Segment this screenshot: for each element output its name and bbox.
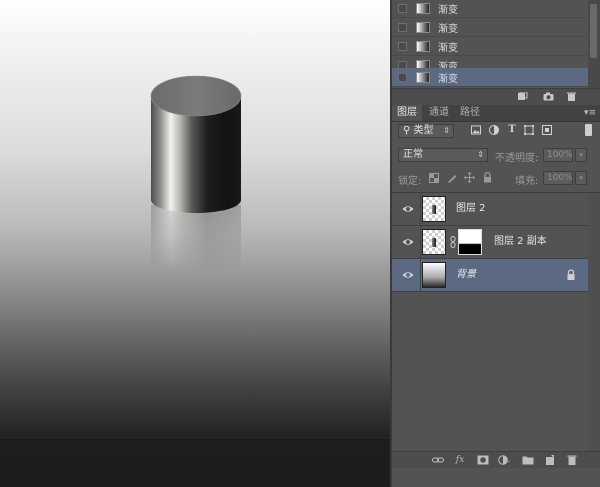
trash-icon[interactable] (566, 455, 578, 465)
layers-panel-tabbar: 图层 通道 路径 ▾≡ (392, 105, 600, 122)
history-scrollbar[interactable] (588, 0, 600, 88)
metal-cylinder (150, 75, 242, 274)
opacity-label: 不透明度: (495, 153, 539, 164)
layer-row[interactable]: 图层 2 (392, 193, 600, 226)
type-filter-icon[interactable]: T (506, 124, 518, 136)
history-state-label: 渐变 (438, 73, 458, 85)
lock-all-icon[interactable] (483, 172, 492, 183)
panel-footer-space (392, 468, 600, 487)
filter-kind-select[interactable]: ⚲ 类型 ⇕ (398, 124, 454, 138)
history-state-label: 渐变 (438, 4, 458, 16)
history-state-selected[interactable]: 渐变 (392, 68, 588, 87)
gradient-icon (416, 71, 430, 83)
lock-icon (567, 269, 575, 280)
new-document-from-state-icon[interactable] (517, 92, 528, 101)
add-mask-icon[interactable] (477, 455, 489, 465)
smart-object-filter-icon[interactable] (541, 124, 553, 136)
layer-filter-row: ⚲ 类型 ⇕ T (392, 122, 600, 140)
opacity-input[interactable]: 100% (543, 148, 573, 162)
tab-channels[interactable]: 通道 (425, 105, 453, 121)
fill-label: 填充: (515, 176, 539, 187)
history-state-label: 渐变 (438, 23, 458, 35)
layer-thumbnail[interactable] (422, 262, 446, 288)
history-state[interactable]: 渐变 (392, 0, 588, 18)
layer-row[interactable]: 图层 2 副本 (392, 226, 600, 259)
fill-input[interactable]: 100% (543, 171, 573, 185)
tab-layers[interactable]: 图层 (392, 105, 422, 121)
scrollbar-thumb[interactable] (590, 4, 597, 58)
blend-mode-value: 正常 (403, 149, 423, 160)
layer-row-selected[interactable]: 背景 (392, 259, 600, 292)
visibility-column[interactable] (392, 259, 421, 291)
lock-fill-row: 锁定: 填充: 100% ▾ (392, 168, 600, 188)
updown-arrow-icon: ⇕ (443, 126, 450, 135)
layer-thumbnail[interactable] (422, 229, 446, 255)
new-layer-icon[interactable] (544, 455, 556, 465)
history-state-label: 渐变 (438, 42, 458, 54)
gradient-icon (416, 40, 430, 52)
cylinder-thumbnail-icon (432, 205, 436, 214)
layers-list: 图层 2 图层 2 副本 背景 (392, 192, 600, 453)
history-brush-source-checkbox[interactable] (398, 3, 407, 13)
layers-scrollbar[interactable] (588, 193, 600, 453)
camera-icon[interactable] (543, 92, 554, 101)
gradient-icon (416, 2, 430, 14)
trash-icon[interactable] (566, 92, 577, 101)
lock-position-icon[interactable] (464, 172, 475, 183)
history-toolbar (392, 88, 600, 105)
fx-icon[interactable]: fx (454, 455, 466, 465)
filter-kind-label: 类型 (413, 125, 434, 136)
gradient-icon (416, 21, 430, 33)
adjustment-filter-icon[interactable] (488, 124, 500, 136)
visibility-column[interactable] (392, 226, 421, 258)
mask-link-icon[interactable] (450, 236, 456, 248)
blend-mode-select[interactable]: 正常 ⇕ (398, 148, 488, 162)
history-state[interactable]: 渐变 (392, 37, 588, 56)
pixel-filter-icon[interactable] (470, 124, 482, 136)
group-folder-icon[interactable] (522, 455, 534, 465)
filter-toggle-switch[interactable] (585, 124, 592, 136)
history-brush-source-checkbox[interactable] (398, 72, 407, 82)
blend-opacity-row: 正常 ⇕ 不透明度: 100% ▾ (392, 145, 600, 165)
lock-transparent-pixels-icon[interactable] (429, 173, 439, 183)
shape-filter-icon[interactable] (523, 124, 535, 136)
layer-mask-thumbnail[interactable] (458, 229, 482, 255)
lock-label: 锁定: (398, 176, 422, 187)
link-layers-icon[interactable] (432, 455, 444, 465)
document-canvas[interactable] (0, 0, 390, 487)
visibility-column[interactable] (392, 193, 421, 225)
layer-name[interactable]: 背景 (456, 259, 476, 291)
eye-icon[interactable] (402, 237, 414, 247)
lock-image-pixels-icon[interactable] (447, 172, 458, 183)
opacity-dropdown-arrow[interactable]: ▾ (575, 148, 587, 162)
tab-paths[interactable]: 路径 (456, 105, 484, 121)
history-brush-source-checkbox[interactable] (398, 22, 407, 32)
history-state[interactable]: 渐变 (392, 18, 588, 37)
cylinder-thumbnail-icon (432, 238, 436, 247)
search-icon: ⚲ (403, 125, 411, 136)
layer-thumbnail[interactable] (422, 196, 446, 222)
layers-bottom-toolbar: fx (392, 451, 600, 468)
layer-name[interactable]: 图层 2 副本 (494, 226, 547, 258)
history-brush-source-checkbox[interactable] (398, 41, 407, 51)
updown-arrow-icon: ⇕ (477, 150, 484, 159)
panel-menu-icon[interactable]: ▾≡ (584, 108, 596, 118)
fill-dropdown-arrow[interactable]: ▾ (575, 171, 587, 185)
eye-icon[interactable] (402, 204, 414, 214)
eye-icon[interactable] (402, 270, 414, 280)
adjustment-layer-icon[interactable] (498, 455, 510, 465)
layer-name[interactable]: 图层 2 (456, 193, 486, 225)
right-panel-dock: 渐变 渐变 渐变 渐变 渐变 图层 通道 路径 ▾≡ ⚲ 类型 ⇕ T 正常 ⇕… (390, 0, 600, 487)
